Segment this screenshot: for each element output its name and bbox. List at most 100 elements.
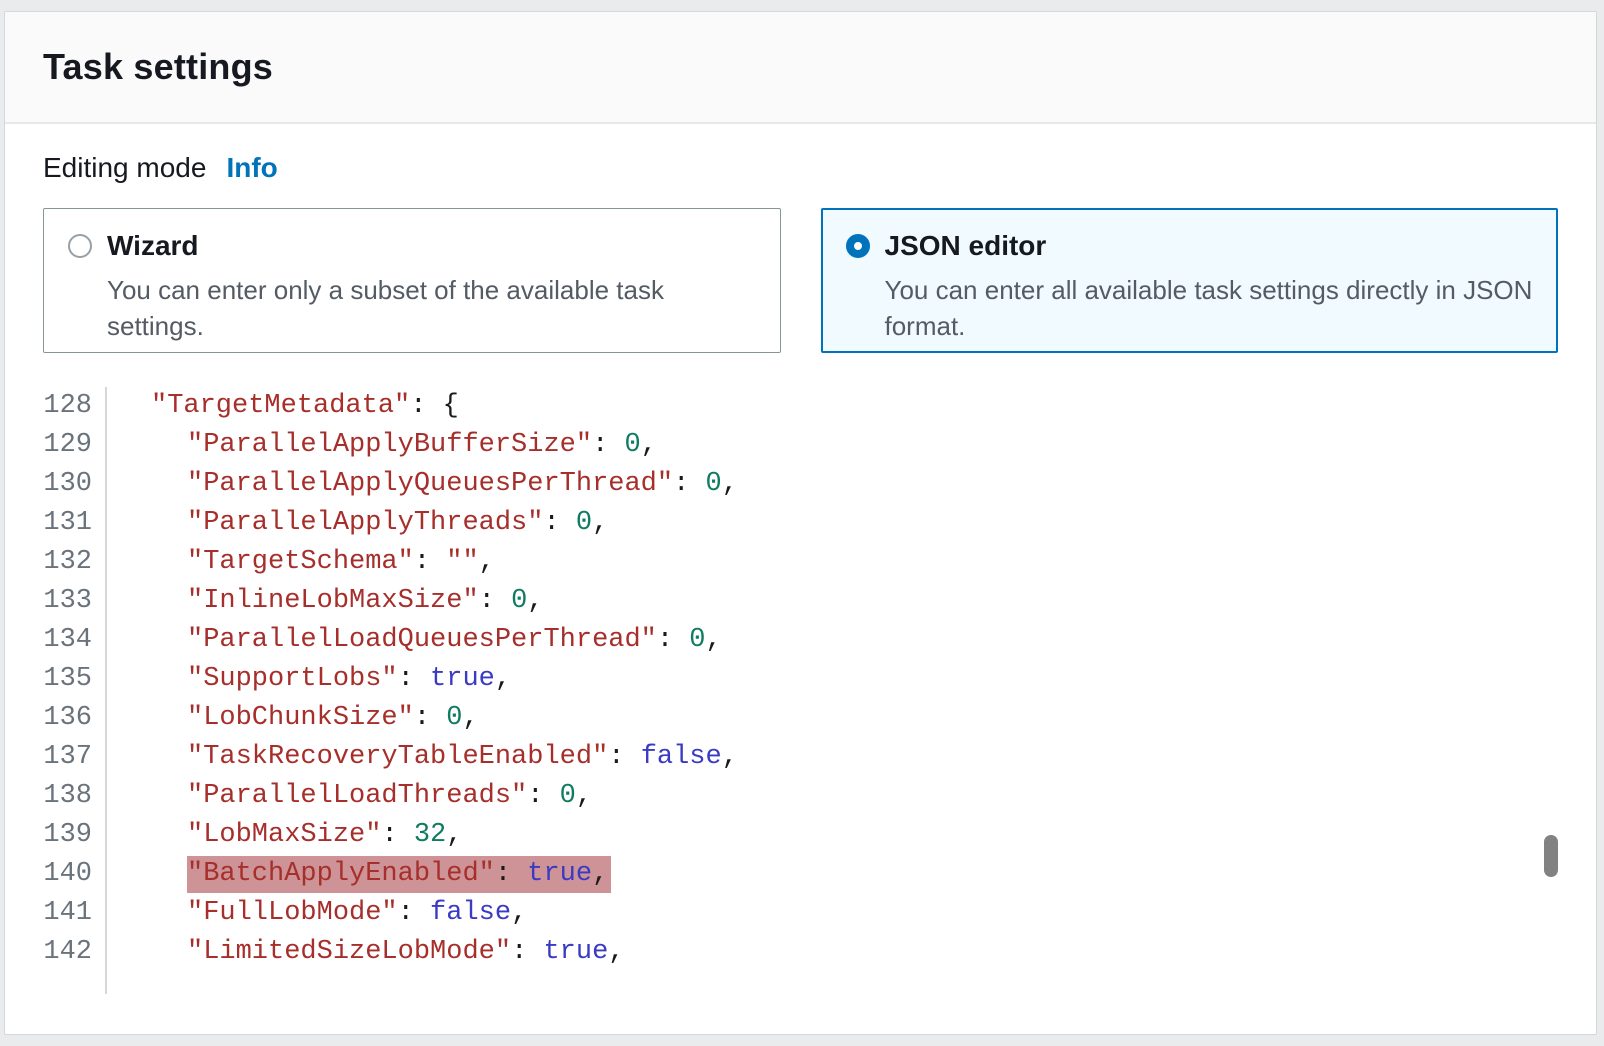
- code-text: "ParallelApplyBufferSize": 0,: [107, 426, 657, 465]
- code-text: "ParallelApplyQueuesPerThread": 0,: [107, 465, 738, 504]
- code-token: :: [414, 547, 446, 577]
- code-token: 0: [511, 586, 527, 616]
- code-line[interactable]: 141"FullLobMode": false,: [43, 894, 1558, 933]
- radio-json-editor[interactable]: [846, 234, 870, 258]
- code-token: ,: [722, 742, 738, 772]
- line-number: 142: [43, 933, 107, 972]
- code-token: ,: [592, 859, 608, 889]
- tile-wizard-description: You can enter only a subset of the avail…: [107, 272, 756, 344]
- code-token: :: [543, 508, 575, 538]
- code-token: :: [479, 586, 511, 616]
- code-token: "TargetSchema": [187, 547, 414, 577]
- panel-body: Editing mode Info Wizard You can enter o…: [5, 124, 1596, 994]
- gutter-tail: [43, 972, 1558, 994]
- code-text: "TaskRecoveryTableEnabled": false,: [107, 738, 738, 777]
- code-line[interactable]: 136"LobChunkSize": 0,: [43, 699, 1558, 738]
- tile-wizard[interactable]: Wizard You can enter only a subset of th…: [43, 208, 781, 353]
- info-link[interactable]: Info: [226, 152, 277, 184]
- code-line[interactable]: 138"ParallelLoadThreads": 0,: [43, 777, 1558, 816]
- code-token: "ParallelLoadQueuesPerThread": [187, 625, 657, 655]
- code-token: ,: [592, 508, 608, 538]
- code-token: 0: [689, 625, 705, 655]
- code-token: ,: [479, 547, 495, 577]
- editing-mode-label: Editing mode: [43, 152, 206, 184]
- code-token: true: [527, 859, 592, 889]
- code-token: "InlineLobMaxSize": [187, 586, 479, 616]
- code-token: "FullLobMode": [187, 898, 398, 928]
- line-number: 135: [43, 660, 107, 699]
- tile-json-editor[interactable]: JSON editor You can enter all available …: [821, 208, 1559, 353]
- code-token: :: [381, 820, 413, 850]
- code-token: :: [511, 937, 543, 967]
- code-line[interactable]: 133"InlineLobMaxSize": 0,: [43, 582, 1558, 621]
- code-token: "LobMaxSize": [187, 820, 381, 850]
- code-text: "SupportLobs": true,: [107, 660, 511, 699]
- code-text: "FullLobMode": false,: [107, 894, 527, 933]
- code-token: :: [527, 781, 559, 811]
- code-token: :: [608, 742, 640, 772]
- line-number: 139: [43, 816, 107, 855]
- code-text: "TargetSchema": "",: [107, 543, 495, 582]
- code-token: "LobChunkSize": [187, 703, 414, 733]
- code-text: "ParallelApplyThreads": 0,: [107, 504, 608, 543]
- gutter-tail-line: [43, 972, 107, 994]
- code-token: "TaskRecoveryTableEnabled": [187, 742, 608, 772]
- code-token: ,: [527, 586, 543, 616]
- editing-mode-tiles: Wizard You can enter only a subset of th…: [43, 208, 1558, 353]
- code-token: 32: [414, 820, 446, 850]
- line-number: 141: [43, 894, 107, 933]
- code-line[interactable]: 135"SupportLobs": true,: [43, 660, 1558, 699]
- line-number: 136: [43, 699, 107, 738]
- line-number: 130: [43, 465, 107, 504]
- line-number: 138: [43, 777, 107, 816]
- tile-wizard-title: Wizard: [107, 230, 199, 262]
- code-token: "": [446, 547, 478, 577]
- code-token: ,: [608, 937, 624, 967]
- code-line[interactable]: 139 "LobMaxSize": 32,: [43, 816, 1558, 855]
- tile-wizard-head: Wizard: [68, 230, 756, 262]
- code-line[interactable]: 140 "BatchApplyEnabled": true,: [43, 855, 1558, 894]
- code-line[interactable]: 130"ParallelApplyQueuesPerThread": 0,: [43, 465, 1558, 504]
- code-line[interactable]: 129"ParallelApplyBufferSize": 0,: [43, 426, 1558, 465]
- line-number: 129: [43, 426, 107, 465]
- code-token: "BatchApplyEnabled": [187, 859, 495, 889]
- scrollbar-thumb[interactable]: [1544, 835, 1558, 877]
- page-title: Task settings: [43, 46, 273, 88]
- line-number: 137: [43, 738, 107, 777]
- code-token: :: [495, 859, 527, 889]
- panel-header: Task settings: [5, 12, 1596, 124]
- code-token: 0: [706, 469, 722, 499]
- code-token: true: [430, 664, 495, 694]
- code-token: {: [443, 391, 459, 421]
- radio-wizard[interactable]: [68, 234, 92, 258]
- code-token: :: [673, 469, 705, 499]
- code-token: ,: [706, 625, 722, 655]
- code-line[interactable]: 134 "ParallelLoadQueuesPerThread": 0,: [43, 621, 1558, 660]
- code-token: 0: [446, 703, 462, 733]
- code-token: ,: [641, 430, 657, 460]
- code-token: 0: [624, 430, 640, 460]
- code-line[interactable]: 142"LimitedSizeLobMode": true,: [43, 933, 1558, 972]
- line-number: 134: [43, 621, 107, 660]
- code-token: :: [410, 391, 442, 421]
- code-line[interactable]: 132"TargetSchema": "",: [43, 543, 1558, 582]
- highlighted-line: "BatchApplyEnabled": true,: [187, 856, 611, 893]
- code-line[interactable]: 128"TargetMetadata": {: [43, 387, 1558, 426]
- line-number: 131: [43, 504, 107, 543]
- code-token: :: [398, 664, 430, 694]
- line-number: 132: [43, 543, 107, 582]
- tile-json-editor-title: JSON editor: [885, 230, 1047, 262]
- code-token: :: [657, 625, 689, 655]
- screen: Task settings Editing mode Info Wizard Y…: [0, 0, 1604, 1046]
- code-token: ,: [446, 820, 462, 850]
- code-token: ,: [462, 703, 478, 733]
- line-number: 140: [43, 855, 107, 894]
- json-editor[interactable]: 128"TargetMetadata": {129"ParallelApplyB…: [43, 387, 1558, 994]
- code-token: ,: [576, 781, 592, 811]
- line-number: 128: [43, 387, 107, 426]
- code-token: ,: [511, 898, 527, 928]
- code-line[interactable]: 137"TaskRecoveryTableEnabled": false,: [43, 738, 1558, 777]
- code-text: "ParallelLoadThreads": 0,: [107, 777, 592, 816]
- code-text: "InlineLobMaxSize": 0,: [107, 582, 543, 621]
- code-line[interactable]: 131"ParallelApplyThreads": 0,: [43, 504, 1558, 543]
